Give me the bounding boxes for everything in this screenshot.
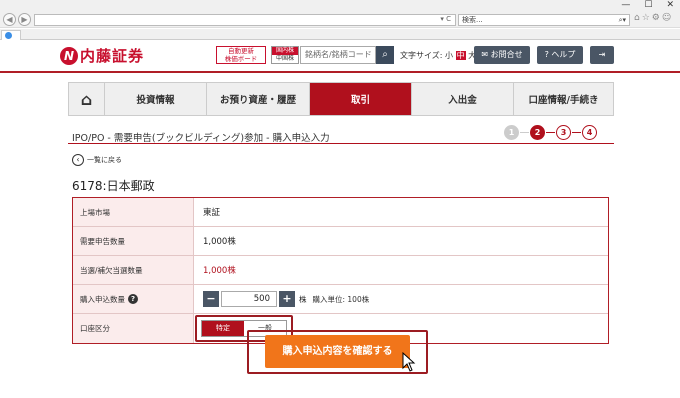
decrement-button[interactable]: − — [203, 291, 219, 307]
quantity-input[interactable]: 500 — [221, 291, 277, 307]
font-medium-option[interactable]: 中 — [455, 51, 466, 60]
row-label: 購入申込数量 ? — [73, 285, 194, 313]
nav-deposit-withdraw[interactable]: 入出金 — [412, 83, 514, 115]
forward-arrow-icon[interactable]: ▶ — [18, 13, 31, 26]
table-row: 当選/補欠当選数量 1,000株 — [73, 256, 608, 285]
help-button[interactable]: ? ヘルプ — [537, 46, 583, 64]
row-label: 口座区分 — [73, 314, 194, 343]
order-form-table: 上場市場 東証 需要申告数量 1,000株 当選/補欠当選数量 1,000株 購… — [72, 197, 609, 344]
font-small-option[interactable]: 小 — [445, 51, 453, 60]
stock-code-input[interactable]: 銘柄名/銘柄コード — [300, 46, 376, 64]
help-circle-icon: ? — [544, 50, 549, 59]
header-divider — [0, 71, 680, 73]
contact-button[interactable]: ✉ お問合せ — [474, 46, 530, 64]
step-2: 2 — [530, 125, 545, 140]
chevron-left-icon: ‹ — [72, 154, 84, 166]
close-window-button[interactable]: ✕ — [666, 0, 674, 10]
row-value: − 500 + 株 購入単位: 100株 — [194, 285, 608, 313]
quantity-unit: 株 — [299, 294, 307, 304]
step-1: 1 — [504, 125, 519, 140]
row-value: 1,000株 — [203, 266, 236, 276]
progress-steps: 1 2 3 4 — [504, 125, 597, 140]
table-row: 需要申告数量 1,000株 — [73, 227, 608, 256]
back-to-list-link[interactable]: ‹ 一覧に戻る — [72, 154, 122, 166]
row-value: 1,000株 — [203, 237, 236, 247]
row-label: 需要申告数量 — [73, 227, 194, 255]
contact-label: お問合せ — [490, 50, 523, 59]
stock-search-icon[interactable]: ⌕ — [376, 46, 394, 64]
account-tokutei-option[interactable]: 特定 — [202, 321, 244, 336]
favicon-icon — [5, 32, 12, 39]
help-label: ヘルプ — [551, 50, 576, 59]
row-label: 当選/補欠当選数量 — [73, 256, 194, 284]
refresh-icon[interactable]: ▾ C — [440, 15, 451, 23]
back-arrow-icon[interactable]: ◀ — [3, 13, 16, 26]
table-row: 上場市場 東証 — [73, 198, 608, 227]
browser-search-input[interactable]: 検索... ⌕▾ — [458, 14, 630, 26]
auto-update-line2: 株価ボード — [224, 55, 258, 63]
step-4: 4 — [582, 125, 597, 140]
row-value: 東証 — [203, 208, 221, 218]
browser-action-icons[interactable]: ⌂☆⚙☺ — [634, 13, 673, 23]
font-size-selector: 文字サイズ: 小 中 大 — [400, 50, 476, 61]
step-connector — [572, 132, 581, 133]
increment-button[interactable]: + — [279, 291, 295, 307]
question-icon[interactable]: ? — [128, 294, 138, 304]
home-icon: ⌂ — [80, 89, 93, 109]
step-connector — [520, 132, 529, 133]
tab-strip — [0, 29, 680, 40]
step-connector — [546, 132, 555, 133]
step-3: 3 — [556, 125, 571, 140]
nav-home[interactable]: ⌂ — [69, 83, 105, 115]
site-logo[interactable]: N 内藤証券 — [60, 45, 144, 66]
quantity-stepper: − 500 + — [203, 291, 295, 307]
logout-button[interactable]: ⇥ — [590, 46, 614, 64]
back-label: 一覧に戻る — [87, 156, 122, 164]
auto-update-line1: 自動更新 — [228, 47, 254, 55]
browser-tab[interactable] — [1, 30, 21, 40]
browser-search-placeholder: 検索... — [462, 16, 483, 24]
logout-icon: ⇥ — [598, 50, 606, 59]
logo-text: 内藤証券 — [80, 47, 145, 65]
browser-toolbar: ◀ ▶ ▾ C 検索... ⌕▾ ⌂☆⚙☺ — [0, 12, 680, 28]
quantity-label: 購入申込数量 — [80, 294, 125, 304]
title-divider — [68, 143, 614, 144]
market-toggle[interactable]: 国内株 中国株 — [271, 46, 299, 64]
table-row: 購入申込数量 ? − 500 + 株 購入単位: 100株 — [73, 285, 608, 314]
maximize-button[interactable]: ☐ — [644, 0, 652, 10]
mouse-cursor-icon — [402, 352, 416, 372]
market-domestic[interactable]: 国内株 — [272, 47, 298, 55]
row-label: 上場市場 — [73, 198, 194, 226]
nav-investment-info[interactable]: 投資情報 — [105, 83, 207, 115]
logo-mark-icon: N — [60, 46, 78, 65]
nav-account-procedures[interactable]: 口座情報/手続き — [514, 83, 613, 115]
confirm-purchase-button[interactable]: 購入申込内容を確認する — [265, 335, 410, 368]
nav-assets-history[interactable]: お預り資産・履歴 — [207, 83, 310, 115]
global-nav: ⌂ 投資情報 お預り資産・履歴 取引 入出金 口座情報/手続き — [68, 82, 614, 116]
auto-update-board-button[interactable]: 自動更新 株価ボード — [216, 46, 266, 64]
font-size-label: 文字サイズ: — [400, 51, 443, 60]
mail-icon: ✉ — [481, 50, 489, 59]
nav-trade[interactable]: 取引 — [310, 83, 412, 115]
minimize-button[interactable]: — — [621, 0, 630, 10]
page-title: IPO/PO - 需要申告(ブックビルディング)参加 - 購入申込入力 — [72, 133, 330, 144]
purchase-unit-note: 購入単位: 100株 — [312, 294, 370, 304]
search-icon[interactable]: ⌕▾ — [619, 15, 626, 25]
address-bar[interactable]: ▾ C — [34, 14, 456, 26]
stock-name: 6178:日本郵政 — [72, 179, 155, 193]
market-china[interactable]: 中国株 — [272, 55, 298, 63]
